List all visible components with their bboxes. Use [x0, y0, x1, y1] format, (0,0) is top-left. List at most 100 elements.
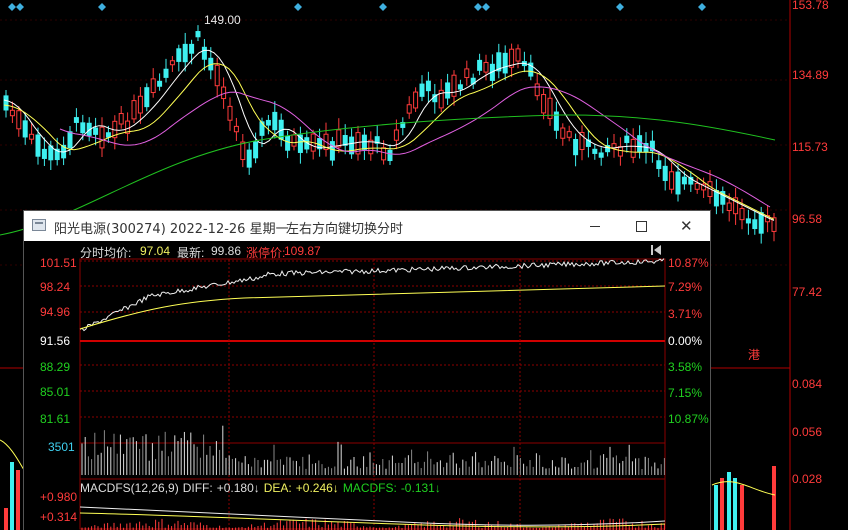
candle-body: [387, 149, 393, 162]
candle-body: [656, 160, 662, 170]
macd-legend: MACDFS(12,26,9) DIFF: +0.180↓ DEA: +0.246↓ MA…: [80, 481, 445, 495]
percent-axis-right: 3.71%: [668, 307, 703, 321]
candle-body: [393, 129, 399, 141]
diamond-marker-icon: [8, 3, 16, 11]
candle-body: [240, 141, 246, 161]
minimize-button[interactable]: [572, 211, 618, 241]
candle-body: [630, 138, 636, 158]
percent-axis-right: 10.87%: [668, 412, 709, 426]
candle-body: [675, 171, 681, 195]
candle-body: [445, 82, 451, 99]
percent-axis-right: 7.15%: [668, 386, 703, 400]
candle-body: [726, 202, 732, 212]
candle-body: [137, 95, 143, 114]
macd-bar: [16, 470, 20, 530]
price-axis-label: 77.42: [792, 285, 823, 299]
candle-body: [189, 43, 195, 54]
close-button[interactable]: ✕: [664, 211, 710, 241]
candle-body: [9, 109, 15, 117]
candle-body: [105, 132, 111, 138]
candle-body: [35, 134, 41, 157]
candle-body: [681, 176, 687, 185]
ma10-line: [3, 63, 775, 220]
candle-body: [477, 59, 483, 71]
macd-axis-label: +0.980: [40, 490, 78, 504]
candle-body: [176, 48, 182, 62]
back-to-start-icon[interactable]: [650, 244, 662, 256]
candle-body: [381, 147, 387, 161]
percent-axis-right: 0.00%: [668, 334, 703, 348]
mode-label: 分时: [80, 246, 105, 260]
price-axis-left: 98.24: [40, 280, 71, 294]
candle-body: [598, 152, 604, 158]
diamond-marker-icon: [294, 3, 302, 11]
candle-body: [29, 133, 35, 140]
maximize-button[interactable]: [618, 211, 664, 241]
diamond-marker-icon: [379, 3, 387, 11]
diamond-marker-icon: [482, 3, 490, 11]
candle-body: [617, 146, 623, 157]
indicator-axis-label: 0.028: [792, 472, 823, 486]
macd-bar: [727, 472, 731, 530]
macd-value: -0.131↓: [400, 481, 441, 495]
candle-body: [413, 91, 419, 109]
candle-body: [406, 104, 412, 114]
percent-axis-right: 3.58%: [668, 360, 703, 374]
price-axis-label: 96.58: [792, 212, 823, 226]
macd-bar: [772, 466, 776, 530]
avg-label: 均价:: [104, 246, 132, 260]
candle-body: [233, 125, 239, 133]
diamond-marker-icon: [698, 3, 706, 11]
candle-body: [157, 80, 163, 87]
candle-body: [464, 68, 470, 79]
candle-body: [419, 83, 425, 97]
hk-marker[interactable]: 港: [748, 346, 760, 363]
macd-bar: [740, 485, 744, 530]
candle-body: [150, 78, 156, 94]
candle-body: [451, 74, 457, 97]
candle-body: [457, 84, 463, 90]
candle-body: [246, 149, 252, 168]
candle-body: [201, 46, 207, 60]
volume-axis-label: 3501: [48, 440, 75, 454]
indicator-axis-label: 0.056: [792, 425, 823, 439]
candle-body: [637, 135, 643, 153]
dea-label: DEA:: [263, 481, 292, 495]
close-icon: ✕: [680, 217, 693, 235]
candle-body: [669, 171, 675, 190]
candle-body: [22, 120, 28, 138]
price-axis-left: 91.56: [40, 334, 71, 348]
candle-body: [253, 141, 259, 159]
intraday-window[interactable]: 阳光电源(300274) 2022-12-26 星期一 左右方向键切换分时 ✕ …: [24, 211, 710, 530]
candle-body: [483, 61, 489, 73]
window-title-bar[interactable]: 阳光电源(300274) 2022-12-26 星期一 左右方向键切换分时 ✕: [24, 211, 710, 241]
candle-body: [560, 127, 566, 139]
latest-value: 99.86: [211, 244, 242, 258]
candle-body: [592, 148, 598, 154]
candle-body: [195, 31, 201, 38]
candle-body: [265, 119, 271, 126]
candle-body: [739, 208, 745, 221]
limit-value: 109.87: [284, 244, 321, 258]
candle-body: [285, 135, 291, 151]
macd-bar: [10, 462, 14, 530]
candle-body: [131, 100, 137, 120]
diamond-marker-icon: [98, 3, 106, 11]
macd-name: MACDFS(12,26,9): [80, 481, 179, 495]
info-row: 分时 均价: 97.04 最新: 99.86 涨停价: 109.87: [24, 241, 710, 260]
candle-body: [752, 219, 758, 230]
limit-label: 涨停价:: [246, 246, 286, 260]
candle-body: [99, 126, 105, 149]
price-axis-left: 101.51: [40, 256, 77, 270]
candle-body: [566, 131, 572, 138]
window-app-icon: [32, 219, 46, 231]
candle-body: [93, 127, 99, 135]
dea-value: +0.246↓: [295, 481, 339, 495]
candle-body: [329, 141, 335, 161]
price-axis-label: 153.78: [792, 0, 829, 12]
candle-body: [144, 87, 150, 108]
macd-bar: [720, 478, 724, 530]
candle-body: [80, 122, 86, 134]
candle-body: [573, 138, 579, 156]
price-axis-left: 94.96: [40, 305, 71, 319]
